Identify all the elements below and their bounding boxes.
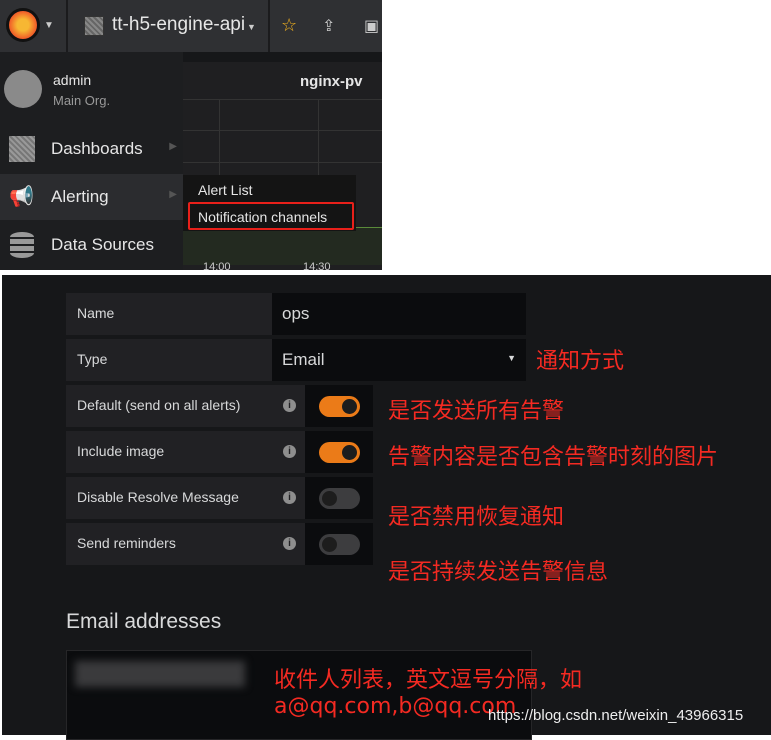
- sidebar-item-dashboards[interactable]: Dashboards ▶: [0, 126, 183, 172]
- watermark: https://blog.csdn.net/weixin_43966315: [488, 707, 744, 724]
- annotation: 是否发送所有告警: [388, 399, 565, 424]
- toggle-label: Disable Resolve Message: [77, 489, 239, 505]
- type-label: Type: [77, 351, 108, 367]
- caret-down-icon[interactable]: ▼: [44, 20, 54, 31]
- avatar[interactable]: [4, 70, 42, 108]
- type-label-cell: Type: [66, 339, 272, 381]
- info-icon[interactable]: i: [283, 445, 296, 458]
- email-heading: Email addresses: [66, 610, 222, 633]
- annotation: 收件人列表，英文逗号分隔，如: [274, 668, 583, 693]
- toggle-row-default: Default (send on all alerts) i: [66, 385, 373, 427]
- star-icon[interactable]: ☆: [281, 15, 297, 36]
- toggle-row-disable-resolve: Disable Resolve Message i: [66, 477, 373, 519]
- alerting-submenu: Alert List Notification channels: [183, 175, 356, 231]
- blurred-content: [75, 661, 245, 687]
- save-icon[interactable]: ▣: [364, 16, 379, 36]
- sidebar-item-label: Dashboards: [51, 139, 143, 158]
- share-icon[interactable]: ⇪: [322, 16, 335, 36]
- annotation: 是否持续发送告警信息: [388, 560, 609, 585]
- x-tick: 14:00: [203, 261, 231, 270]
- name-input[interactable]: ops: [272, 293, 526, 335]
- toggle-label: Include image: [77, 443, 165, 459]
- toggle-switch[interactable]: [319, 396, 360, 417]
- annotation: 告警内容是否包含告警时刻的图片: [388, 445, 719, 470]
- grid-icon: [9, 136, 35, 162]
- toggle-switch[interactable]: [319, 442, 360, 463]
- grafana-menu-screenshot: ▼ tt-h5-engine-api ▼ ☆ ⇪ ▣ nginx-pv 14:0…: [0, 0, 382, 270]
- name-label-cell: Name: [66, 293, 272, 335]
- info-icon[interactable]: i: [283, 537, 296, 550]
- toggle-switch[interactable]: [319, 488, 360, 509]
- dashboard-title[interactable]: tt-h5-engine-api: [112, 14, 245, 36]
- toggle-switch[interactable]: [319, 534, 360, 555]
- sidebar-item-alerting[interactable]: 📢 Alerting ▶: [0, 174, 183, 220]
- grafana-logo[interactable]: [6, 8, 40, 42]
- info-icon[interactable]: i: [283, 491, 296, 504]
- graph-panel: nginx-pv 14:00 14:30: [183, 62, 382, 270]
- annotation: 通知方式: [536, 349, 625, 374]
- annotation: a@qq.com,b@qq.com: [274, 694, 517, 719]
- user-org: Main Org.: [53, 93, 111, 108]
- name-label: Name: [77, 305, 115, 321]
- annotation: 是否禁用恢复通知: [388, 505, 565, 530]
- menu-item-notification-channels[interactable]: Notification channels: [198, 209, 327, 225]
- info-icon[interactable]: i: [283, 399, 296, 412]
- sidebar-item-label: Data Sources: [51, 235, 154, 254]
- navbar: ▼ tt-h5-engine-api ▼ ☆ ⇪ ▣: [0, 0, 382, 52]
- x-tick: 14:30: [303, 261, 331, 270]
- sidebar-item-label: Alerting: [51, 187, 109, 206]
- panel-title: nginx-pv: [300, 73, 363, 90]
- sidebar-item-data-sources[interactable]: Data Sources: [0, 222, 183, 268]
- type-value: Email: [282, 350, 325, 369]
- dashboard-grid-icon: [84, 16, 104, 36]
- toggle-label: Default (send on all alerts): [77, 397, 241, 413]
- notification-channel-form: Name ops Type Email ▼ 通知方式 Default (send …: [2, 275, 771, 740]
- megaphone-icon: 📢: [9, 186, 34, 208]
- caret-down-icon: ▼: [507, 353, 516, 363]
- user-name[interactable]: admin: [53, 72, 91, 88]
- database-icon: [10, 232, 34, 258]
- toggle-label: Send reminders: [77, 535, 176, 551]
- caret-down-icon[interactable]: ▼: [247, 22, 256, 32]
- menu-item-alert-list[interactable]: Alert List: [198, 182, 252, 198]
- toggle-row-include-image: Include image i: [66, 431, 373, 473]
- type-select[interactable]: Email ▼: [272, 339, 526, 381]
- toggle-row-send-reminders: Send reminders i: [66, 523, 373, 565]
